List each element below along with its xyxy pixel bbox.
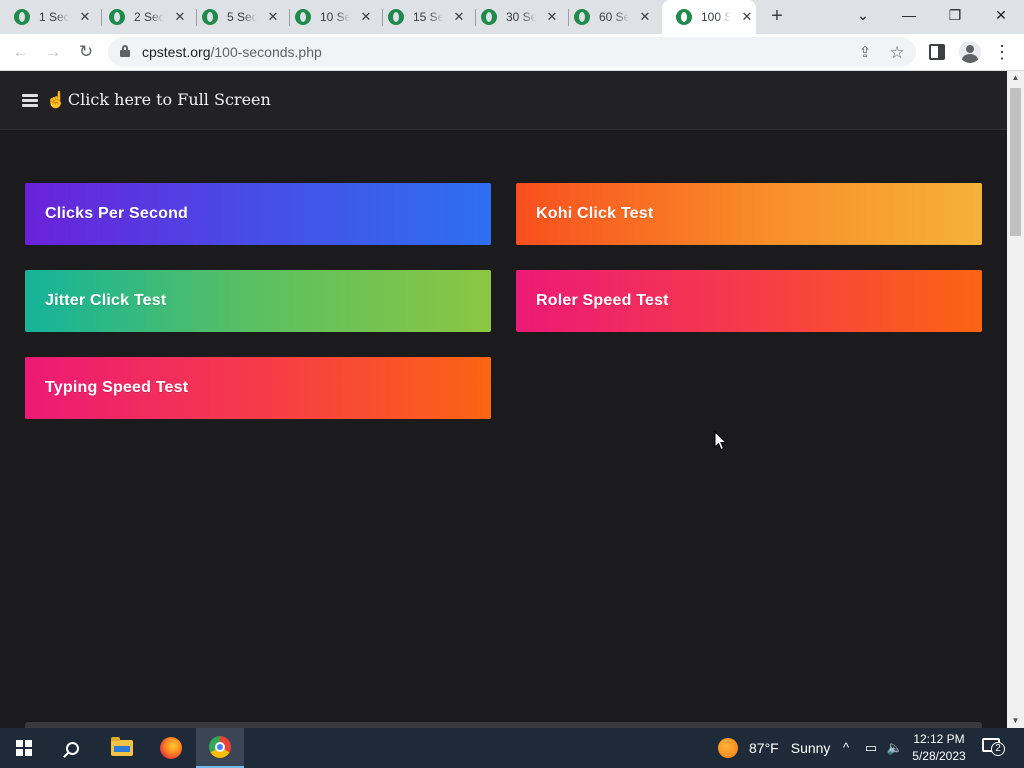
reload-button[interactable]: ↻ [75,41,97,63]
folder-icon [111,737,133,756]
tab-title: 15 Se [413,10,443,24]
taskbar-search-button[interactable] [48,728,96,768]
site-header: ☝ Click here to Full Screen [0,71,1007,130]
notification-count-badge: 2 [991,742,1005,756]
sun-icon [718,738,738,758]
tab-title: 100 S [701,10,731,24]
tray-overflow-chevron-icon[interactable]: ^ [836,728,856,768]
tab-close-icon[interactable]: ✕ [265,9,281,25]
share-icon[interactable]: ⇪ [856,44,874,62]
menu-kebab-icon[interactable]: ⋮ [991,41,1013,63]
cps-favicon-icon [295,9,311,25]
browser-tab[interactable]: 10 Se ✕ [281,0,383,34]
firefox-icon [160,737,182,759]
back-button[interactable]: ← [10,41,32,63]
tab-close-icon[interactable]: ✕ [451,9,467,25]
clock-time: 12:12 PM [913,732,965,746]
browser-tab-active[interactable]: 100 S ✕ [662,0,756,34]
card-label: Clicks Per Second [45,205,189,222]
cps-favicon-icon [574,9,590,25]
side-panel-icon[interactable] [929,44,945,60]
tab-search-button[interactable]: ⌄ [840,0,886,34]
tab-title: 10 Se [320,10,350,24]
tab-title: 30 Se [506,10,536,24]
tab-title: 5 Sec [227,10,257,24]
tab-title: 2 Sec [134,10,164,24]
cps-favicon-icon [202,9,218,25]
card-label: Kohi Click Test [536,205,654,222]
search-icon [65,741,79,755]
cps-favicon-icon [388,9,404,25]
notification-center-button[interactable]: 2 [982,736,1005,758]
scroll-up-arrow-icon[interactable]: ▲ [1007,71,1024,85]
tab-close-icon[interactable]: ✕ [77,9,93,25]
minimize-button[interactable]: — [886,0,932,34]
card-label: Jitter Click Test [45,292,167,309]
tab-title: 60 Se [599,10,629,24]
tab-close-icon[interactable]: ✕ [358,9,374,25]
roler-speed-test-card[interactable]: Roler Speed Test [516,270,982,332]
close-window-button[interactable]: ✕ [978,0,1024,34]
tab-close-icon[interactable]: ✕ [637,9,653,25]
weather-temp: 87°F [749,740,779,756]
profile-avatar-icon[interactable] [959,41,981,63]
typing-speed-test-card[interactable]: Typing Speed Test [25,357,491,419]
pointing-hand-icon: ☝ [46,90,66,109]
weather-widget[interactable]: 87°F Sunny [718,728,830,768]
cps-favicon-icon [481,9,497,25]
lock-icon[interactable] [120,45,130,57]
volume-muted-icon[interactable]: 🔈 [884,728,906,768]
clock-date: 5/28/2023 [912,749,966,763]
browser-tab[interactable]: 60 Se ✕ [560,0,662,34]
browser-tab[interactable]: 15 Se ✕ [374,0,476,34]
url-text[interactable]: cpstest.org/100-seconds.php [142,44,322,60]
chrome-button[interactable] [196,728,244,768]
firefox-button[interactable] [147,728,195,768]
scroll-down-arrow-icon[interactable]: ▼ [1007,714,1024,728]
hamburger-menu-icon[interactable] [22,94,38,107]
chrome-icon [209,736,231,758]
browser-tab[interactable]: 2 Sec ✕ [95,0,197,34]
url-host: cpstest.org [142,44,211,60]
cps-favicon-icon [676,9,692,25]
jitter-click-test-card[interactable]: Jitter Click Test [25,270,491,332]
kohi-click-test-card[interactable]: Kohi Click Test [516,183,982,245]
taskbar-clock[interactable]: 12:12 PM 5/28/2023 [906,731,972,765]
bookmark-star-icon[interactable]: ☆ [888,44,906,62]
windows-taskbar: 87°F Sunny ^ ▭ 🔈 12:12 PM 5/28/2023 2 [0,728,1024,768]
browser-toolbar: ← → ↻ cpstest.org/100-seconds.php ⇪ ☆ ⋮ [0,34,1024,71]
cps-favicon-icon [109,9,125,25]
mouse-cursor-icon [714,431,728,451]
windows-logo-icon [16,740,32,756]
browser-tab[interactable]: 1 Sec ✕ [0,0,102,34]
new-tab-button[interactable]: + [766,5,788,27]
browser-tab[interactable]: 5 Sec ✕ [188,0,290,34]
network-icon[interactable]: ▭ [860,728,882,768]
scrollbar-thumb[interactable] [1010,88,1021,236]
tab-title: 1 Sec [39,10,69,24]
tab-close-icon[interactable]: ✕ [739,9,755,25]
browser-tab-strip: 1 Sec ✕ 2 Sec ✕ 5 Sec ✕ 10 Se ✕ 15 Se ✕ … [0,0,1024,34]
forward-button[interactable]: → [42,41,64,63]
weather-condition: Sunny [790,740,831,756]
start-button[interactable] [0,728,48,768]
address-bar[interactable]: cpstest.org/100-seconds.php ⇪ ☆ [108,37,916,67]
tab-close-icon[interactable]: ✕ [172,9,188,25]
card-label: Typing Speed Test [45,379,189,396]
page-scrollbar[interactable]: ▲ ▼ [1007,71,1024,728]
cps-favicon-icon [14,9,30,25]
browser-tab[interactable]: 30 Se ✕ [467,0,569,34]
clicks-per-second-card[interactable]: Clicks Per Second [25,183,491,245]
file-explorer-button[interactable] [98,728,146,768]
fullscreen-link[interactable]: ☝ Click here to Full Screen [46,90,271,109]
tab-close-icon[interactable]: ✕ [544,9,560,25]
fullscreen-link-label: Click here to Full Screen [67,90,271,109]
url-path: /100-seconds.php [210,44,322,60]
card-label: Roler Speed Test [536,292,669,309]
restore-button[interactable]: ❐ [932,0,978,34]
page-viewport: ☝ Click here to Full Screen Clicks Per S… [0,71,1007,728]
